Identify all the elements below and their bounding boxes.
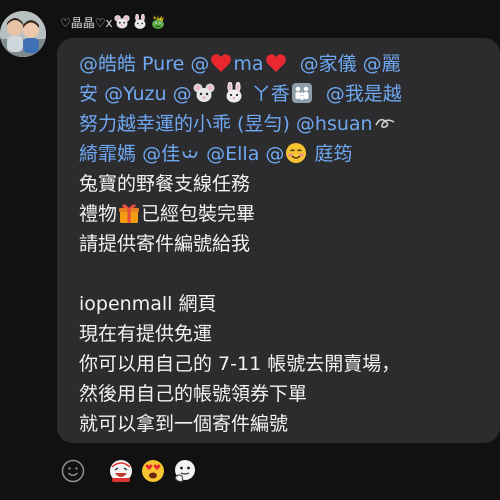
mention-tag[interactable]: 庭筠 xyxy=(314,143,352,165)
chat-screen: ♡晶晶♡x @皓皓 Pure @ ma @家儀 @麗 安 @Yuzu @ ㄚ香 @… xyxy=(0,0,500,500)
red-heart-icon xyxy=(265,52,287,74)
sender-name-text: ♡晶晶♡x xyxy=(60,15,113,30)
mention-tag[interactable]: 安 xyxy=(79,83,98,105)
mention-tag[interactable]: @麗 xyxy=(363,53,401,75)
sender-avatar[interactable] xyxy=(0,11,46,57)
sender-name: ♡晶晶♡x xyxy=(60,11,167,33)
mention-tag[interactable]: @我是越 xyxy=(326,83,402,105)
mention-tag[interactable]: @hsuan xyxy=(296,113,373,135)
message-line: iopenmall 網頁 xyxy=(79,293,217,315)
dragon-face-icon xyxy=(150,14,166,30)
laughing-sticker-icon[interactable] xyxy=(108,458,134,484)
mention-tag[interactable]: 綺霏媽 xyxy=(79,143,136,165)
red-heart-icon xyxy=(210,52,232,74)
mention-tag[interactable]: @Yuzu xyxy=(104,83,166,105)
mention-tag[interactable]: ㄚ香 xyxy=(252,83,290,105)
message-line: 兔寶的野餐支線任務 xyxy=(79,173,251,195)
mention-line-2: 安 @Yuzu @ ㄚ香 @我是越 xyxy=(79,79,500,109)
mention-line-4: 綺霏媽 @佳 @Ella @ 庭筠 xyxy=(79,139,500,169)
reaction-bar xyxy=(60,456,198,486)
rabbit-face-icon xyxy=(223,82,245,104)
smiling-face-icon xyxy=(285,142,307,164)
mention-line-3: 努力越幸運的小乖 (昱勻) @hsuan xyxy=(79,109,500,139)
wrapped-gift-icon xyxy=(118,202,140,224)
message-line: 就可以拿到一個寄件編號 xyxy=(79,413,289,435)
add-emoji-icon[interactable] xyxy=(60,458,86,484)
curly-loop-icon xyxy=(374,112,396,134)
family-icon xyxy=(291,82,313,104)
message-text: 禮物 xyxy=(79,203,118,225)
message-line: 然後用自己的帳號領券下單 xyxy=(79,383,308,405)
mention-tag[interactable]: @家儀 xyxy=(300,53,357,75)
mention-line-1: @皓皓 Pure @ ma @家儀 @麗 xyxy=(79,49,500,79)
message-text: 已經包裝完畢 xyxy=(141,203,256,225)
message-line: 禮物 已經包裝完畢 xyxy=(79,199,500,229)
mention-tag[interactable]: @佳 xyxy=(142,143,180,165)
mention-tag[interactable]: ma xyxy=(233,53,263,75)
heart-eyes-icon[interactable] xyxy=(140,458,166,484)
message-line: 你可以用自己的 7-11 帳號去開賣場， xyxy=(79,353,401,375)
mention-tag[interactable]: @Ella xyxy=(206,143,259,165)
mention-tag[interactable]: @ xyxy=(190,53,209,75)
mention-tag[interactable]: 努力越幸運的小乖 (昱勻) xyxy=(79,113,290,135)
face-with-hand-icon[interactable] xyxy=(172,458,198,484)
kids-photo-avatar xyxy=(0,11,46,57)
message-line: 現在有提供免運 xyxy=(79,323,213,345)
mouse-face-icon xyxy=(113,14,130,30)
mention-tag[interactable]: @皓皓 Pure xyxy=(79,53,184,75)
mention-tag[interactable]: @ xyxy=(173,83,192,105)
mention-tag[interactable]: @ xyxy=(265,143,284,165)
bow-symbol-icon xyxy=(181,142,199,164)
mouse-face-icon xyxy=(193,82,215,104)
message-bubble[interactable]: @皓皓 Pure @ ma @家儀 @麗 安 @Yuzu @ ㄚ香 @我是越 努力… xyxy=(57,38,500,443)
rabbit-face-icon xyxy=(132,14,148,30)
message-line: 請提供寄件編號給我 xyxy=(79,233,251,255)
